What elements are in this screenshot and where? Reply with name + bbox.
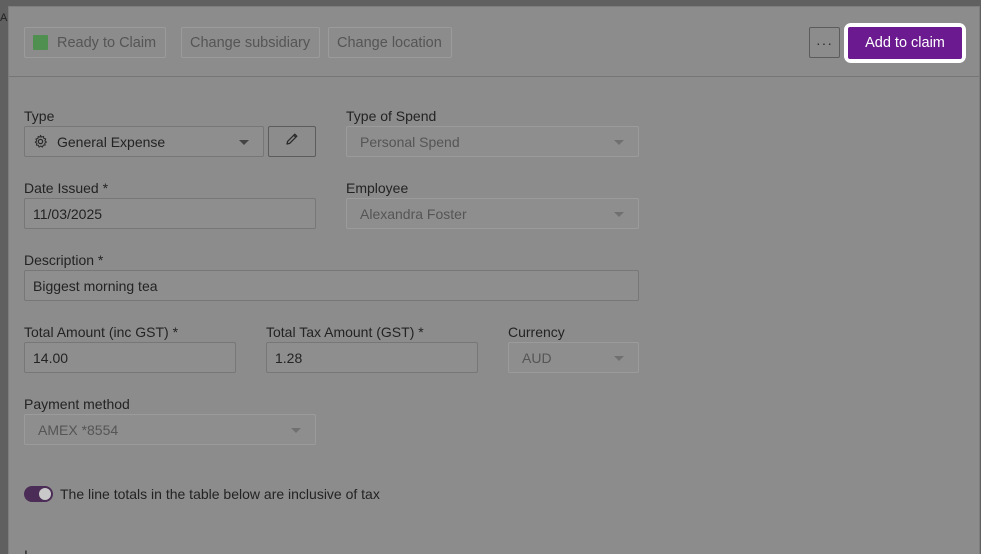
- employee-value: Alexandra Foster: [360, 205, 467, 222]
- gear-icon: [33, 134, 48, 149]
- description-field[interactable]: Biggest morning tea: [24, 270, 639, 301]
- type-of-spend-label: Type of Spend: [346, 108, 437, 124]
- toolbar: Ready to Claim Change subsidiary Change …: [9, 7, 979, 77]
- change-subsidiary-button[interactable]: Change subsidiary: [181, 27, 320, 58]
- currency-label: Currency: [508, 324, 565, 340]
- ellipsis-icon: ···: [816, 34, 833, 51]
- edit-type-button[interactable]: [268, 126, 316, 157]
- status-swatch-icon: [33, 35, 48, 50]
- background-cut-text: A: [0, 12, 8, 24]
- items-heading: I: [24, 547, 28, 554]
- employee-select[interactable]: Alexandra Foster: [346, 198, 639, 229]
- total-amount-field[interactable]: 14.00: [24, 342, 236, 373]
- toggle-knob: [39, 488, 51, 500]
- type-value: General Expense: [57, 133, 166, 150]
- tax-inclusive-toggle[interactable]: [24, 486, 53, 502]
- total-amount-label: Total Amount (inc GST) *: [24, 324, 179, 340]
- status-button[interactable]: Ready to Claim: [24, 27, 166, 58]
- add-to-claim-highlight: Add to claim: [844, 23, 966, 63]
- type-of-spend-value: Personal Spend: [360, 133, 460, 150]
- total-tax-label: Total Tax Amount (GST) *: [266, 324, 424, 340]
- chevron-down-icon: [291, 428, 301, 433]
- pencil-icon: [284, 131, 300, 152]
- status-label: Ready to Claim: [57, 34, 157, 51]
- tax-inclusive-toggle-label: The line totals in the table below are i…: [60, 486, 380, 502]
- type-of-spend-select[interactable]: Personal Spend: [346, 126, 639, 157]
- change-location-button[interactable]: Change location: [328, 27, 452, 58]
- chevron-down-icon: [614, 212, 624, 217]
- type-label: Type: [24, 108, 55, 124]
- chevron-down-icon: [239, 140, 249, 145]
- expense-panel: Ready to Claim Change subsidiary Change …: [8, 6, 980, 554]
- chevron-down-icon: [614, 356, 624, 361]
- date-issued-label: Date Issued *: [24, 180, 109, 196]
- employee-label: Employee: [346, 180, 409, 196]
- payment-method-select[interactable]: AMEX *8554: [24, 414, 316, 445]
- currency-value: AUD: [522, 349, 552, 366]
- add-to-claim-button[interactable]: Add to claim: [848, 27, 962, 59]
- currency-select[interactable]: AUD: [508, 342, 639, 373]
- more-options-button[interactable]: ···: [809, 27, 840, 58]
- date-issued-field[interactable]: 11/03/2025: [24, 198, 316, 229]
- total-tax-field[interactable]: 1.28: [266, 342, 478, 373]
- payment-method-value: AMEX *8554: [38, 421, 119, 438]
- description-label: Description *: [24, 252, 104, 268]
- payment-method-label: Payment method: [24, 396, 130, 412]
- chevron-down-icon: [614, 140, 624, 145]
- type-select[interactable]: General Expense: [24, 126, 264, 157]
